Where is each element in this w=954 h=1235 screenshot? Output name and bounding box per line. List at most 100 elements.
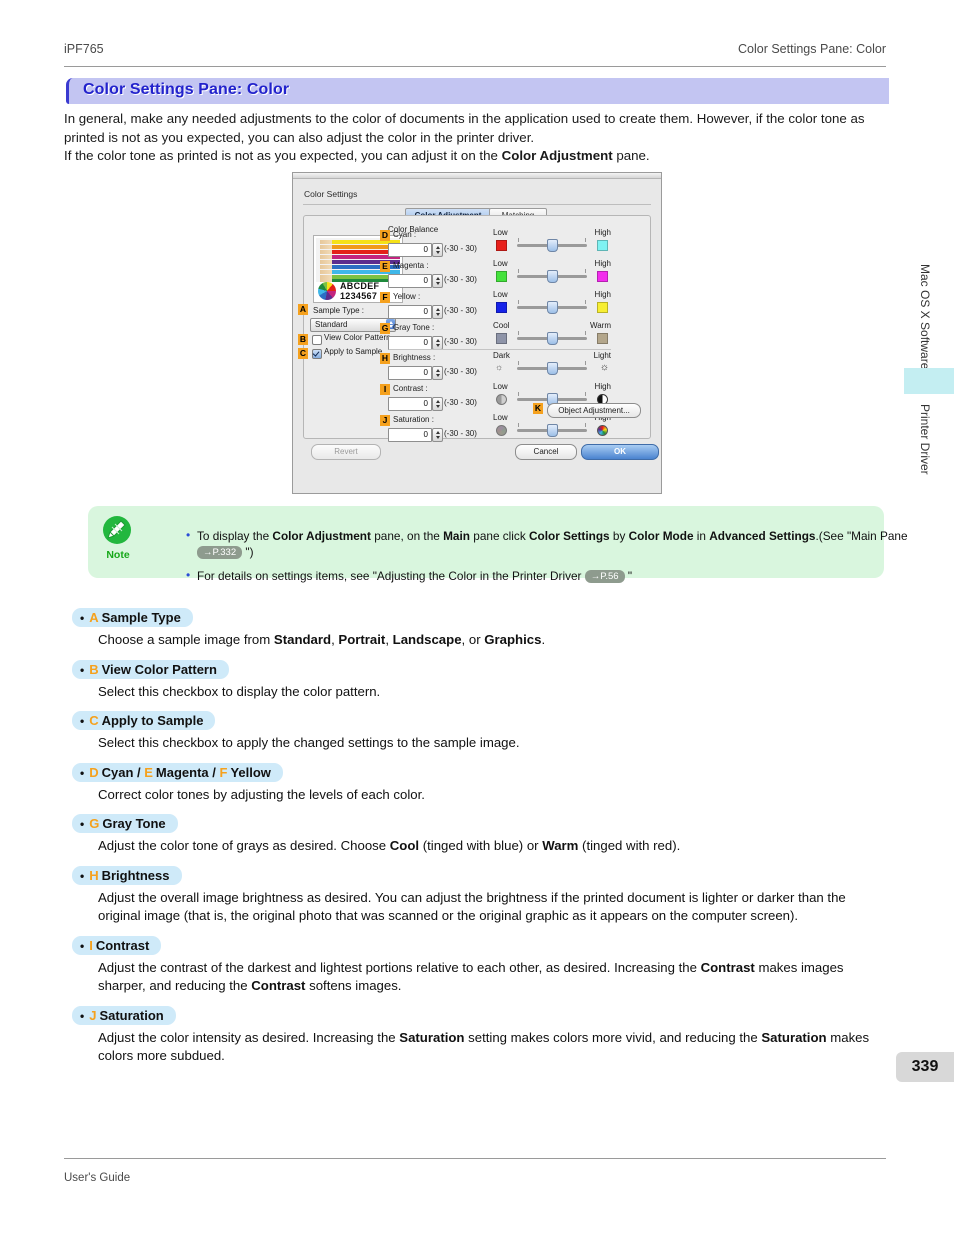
- page-ref-332[interactable]: →P.332: [197, 546, 243, 560]
- bullet-icon: •: [80, 938, 85, 953]
- page-number-badge: 339: [896, 1052, 954, 1082]
- side-tab-printer-driver[interactable]: Printer Driver: [918, 404, 932, 475]
- brightness-stepper[interactable]: [432, 366, 443, 380]
- tick-right: [585, 423, 586, 427]
- item-letter-c: C: [89, 713, 99, 728]
- cyan-high-swatch: [597, 240, 608, 251]
- contrast-value: 0: [423, 399, 428, 408]
- cyan-range: (-30 - 30): [444, 244, 477, 253]
- page-header: iPF765 Color Settings Pane: Color: [64, 42, 886, 64]
- contrast-low-icon: [496, 394, 507, 405]
- bullet-icon: •: [80, 611, 85, 625]
- color-wheel-icon: [318, 282, 336, 300]
- header-model: iPF765: [64, 42, 104, 56]
- cyan-value: 0: [423, 245, 428, 254]
- item-head-h: • H Brightness: [72, 865, 182, 885]
- brightness-slider-knob[interactable]: [547, 362, 558, 375]
- item-title-f: Yellow: [230, 764, 271, 780]
- note-item-1: To display the Color Adjustment pane, on…: [186, 527, 912, 561]
- yellow-high-swatch: [597, 302, 608, 313]
- ok-button[interactable]: OK: [581, 444, 659, 460]
- saturation-value-field[interactable]: 0: [388, 428, 432, 442]
- apply-to-sample-checkbox[interactable]: [312, 349, 322, 359]
- footer-divider: [64, 1158, 886, 1159]
- sample-text-line2: 1234567: [340, 291, 378, 301]
- tick-left: [518, 238, 519, 242]
- badge-k: K: [533, 403, 543, 414]
- magenta-high-label: High: [594, 259, 611, 268]
- cyan-low-label: Low: [493, 228, 508, 237]
- item-title-c: Apply to Sample: [101, 713, 204, 728]
- bullet-icon: •: [80, 817, 85, 831]
- settings-item-list: • A Sample Type Choose a sample image from…: [72, 608, 884, 1076]
- yellow-slider-knob[interactable]: [547, 301, 558, 314]
- document-page: iPF765 Color Settings Pane: Color Color …: [0, 0, 954, 1235]
- yellow-value: 0: [423, 307, 428, 316]
- item-body-h: Adjust the overall image brightness as d…: [98, 889, 846, 924]
- list-item: • C Apply to Sample Select this checkbox t…: [72, 711, 884, 753]
- item-body-j: Adjust the color intensity as desired. I…: [98, 1029, 870, 1064]
- magenta-value-field[interactable]: 0: [388, 274, 432, 288]
- gray-tone-value-field[interactable]: 0: [388, 336, 432, 350]
- gray-tone-range: (-30 - 30): [444, 337, 477, 346]
- cancel-button[interactable]: Cancel: [515, 444, 577, 460]
- item-letter-d: D: [89, 764, 99, 780]
- item-body-b: Select this checkbox to display the colo…: [98, 683, 381, 699]
- dialog-title-strip: [293, 173, 661, 179]
- saturation-stepper[interactable]: [432, 428, 443, 442]
- badge-j: J: [380, 415, 390, 426]
- gray-tone-stepper[interactable]: [432, 336, 443, 350]
- list-item: • G Gray Tone Adjust the color tone of gra…: [72, 814, 884, 856]
- list-item: • J Saturation Adjust the color intensity …: [72, 1005, 884, 1066]
- yellow-value-field[interactable]: 0: [388, 305, 432, 319]
- tick-right: [585, 361, 586, 365]
- item-body-def: Correct color tones by adjusting the lev…: [98, 786, 425, 802]
- tick-left: [518, 392, 519, 396]
- intro-line-2-post: pane.: [612, 148, 650, 163]
- side-tab-mac-os-x-software[interactable]: Mac OS X Software: [918, 264, 932, 369]
- magenta-stepper[interactable]: [432, 274, 443, 288]
- gray-tone-slider-knob[interactable]: [547, 332, 558, 345]
- view-color-pattern-checkbox[interactable]: [312, 335, 322, 345]
- tick-left: [518, 269, 519, 273]
- item-head-b: • B View Color Pattern: [72, 659, 229, 679]
- yellow-low-label: Low: [493, 290, 508, 299]
- sample-type-value: Standard: [315, 320, 348, 329]
- gray-tone-cool-label: Cool: [493, 321, 510, 330]
- page-ref-56[interactable]: →P.56: [584, 569, 625, 583]
- item-title-d: Cyan /: [101, 764, 141, 780]
- tick-right: [585, 269, 586, 273]
- cyan-stepper[interactable]: [432, 243, 443, 257]
- object-adjustment-button[interactable]: Object Adjustment...: [547, 403, 641, 418]
- contrast-stepper[interactable]: [432, 397, 443, 411]
- bullet-icon: •: [80, 1008, 85, 1023]
- cyan-slider-knob[interactable]: [547, 239, 558, 252]
- revert-button[interactable]: Revert: [311, 444, 381, 460]
- item-title-b: View Color Pattern: [101, 661, 217, 677]
- cyan-label: Cyan :: [393, 230, 417, 239]
- item-letter-g: G: [89, 816, 100, 831]
- yellow-stepper[interactable]: [432, 305, 443, 319]
- item-head-g: • G Gray Tone: [72, 814, 178, 833]
- magenta-low-label: Low: [493, 259, 508, 268]
- brightness-value-field[interactable]: 0: [388, 366, 432, 380]
- dialog-caption: Color Settings: [304, 189, 358, 199]
- list-item: • B View Color Pattern Select this checkbo…: [72, 659, 884, 702]
- item-title-h: Brightness: [101, 867, 170, 883]
- item-letter-h: H: [89, 867, 99, 883]
- badge-a: A: [298, 304, 308, 315]
- saturation-slider-knob[interactable]: [547, 424, 558, 437]
- magenta-slider-knob[interactable]: [547, 270, 558, 283]
- view-color-pattern-label: View Color Pattern: [324, 333, 391, 342]
- item-letter-j: J: [89, 1007, 97, 1023]
- item-head-i: • I Contrast: [72, 935, 162, 955]
- note-callout: Note To display the Color Adjustment pan…: [88, 506, 908, 583]
- contrast-value-field[interactable]: 0: [388, 397, 432, 411]
- gray-tone-cool-swatch: [496, 333, 507, 344]
- brightness-dark-label: Dark: [493, 351, 510, 360]
- side-tab-highlight: [904, 368, 954, 394]
- cyan-value-field[interactable]: 0: [388, 243, 432, 257]
- badge-f: F: [380, 292, 390, 303]
- badge-d: D: [380, 230, 390, 241]
- note-1-text: To display the Color Adjustment pane, on…: [197, 528, 908, 543]
